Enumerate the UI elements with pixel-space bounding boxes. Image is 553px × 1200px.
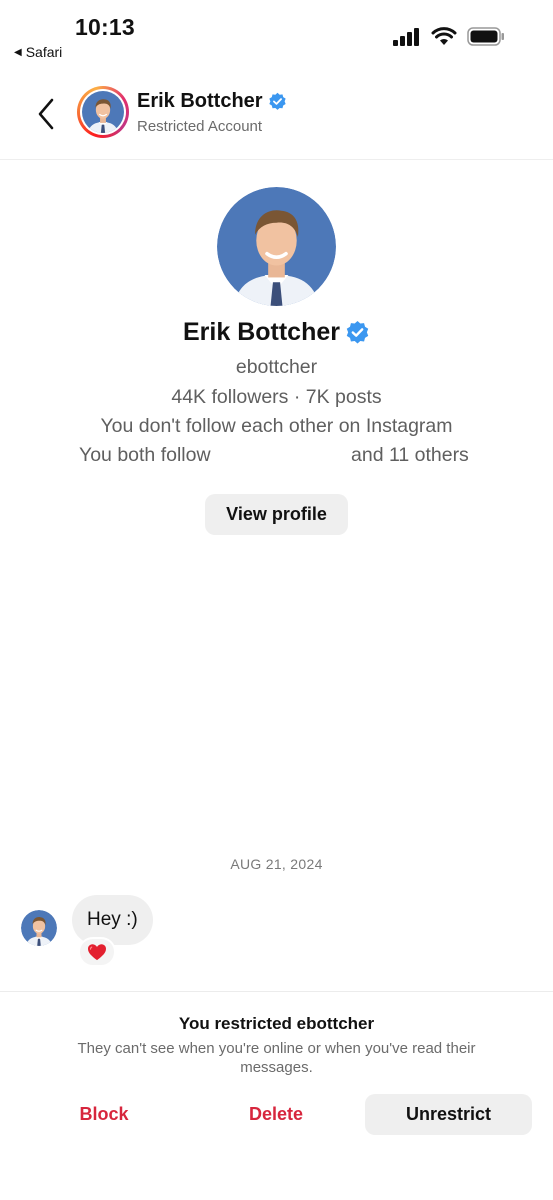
sender-avatar-image [21,910,57,946]
wifi-icon [431,27,457,45]
chat-header: Erik Bottcher Restricted Account [0,78,553,160]
message-text: Hey :) [87,909,138,930]
profile-username: ebottcher [235,356,318,378]
date-separator: AUG 21, 2024 [230,856,323,872]
mutual-suffix: and 11 others [351,444,469,466]
block-button[interactable]: Block [54,1094,154,1135]
view-profile-button[interactable]: View profile [205,494,348,535]
status-icons [393,27,505,46]
follow-status: You don't follow each other on Instagram [100,415,453,437]
avatar-image [82,91,124,133]
profile-avatar[interactable] [217,187,336,306]
battery-icon [467,27,504,46]
heart-icon [88,944,106,961]
verified-badge-icon [346,321,369,344]
message-bubble[interactable]: Hey :) [72,895,153,945]
restriction-description: They can't see when you're online or whe… [77,1040,476,1076]
message-sender-avatar[interactable] [21,910,57,946]
back-app-label: Safari [25,44,63,60]
restriction-panel: You restricted ebottcher They can't see … [0,991,553,1200]
back-arrow-icon[interactable] [32,96,62,132]
cellular-signal-icon [393,27,419,46]
header-avatar[interactable] [77,86,129,138]
verified-badge-icon [268,92,286,110]
unrestrict-button[interactable]: Unrestrict [365,1094,532,1135]
profile-name-text: Erik Bottcher [183,318,340,346]
profile-name: Erik Bottcher [0,318,553,347]
header-title[interactable]: Erik Bottcher [137,90,287,113]
header-name-text: Erik Bottcher [137,90,263,112]
header-subtitle: Restricted Account [137,118,263,135]
restriction-title: You restricted ebottcher [178,1014,375,1033]
delete-button[interactable]: Delete [226,1094,326,1135]
profile-stats: 44K followers · 7K posts [171,386,382,408]
message-reaction[interactable] [78,937,116,967]
profile-avatar-image [217,187,336,306]
back-to-app-link[interactable]: ◀ Safari [14,44,62,60]
back-triangle-icon: ◀ [14,46,22,58]
status-time: 10:13 [75,14,135,40]
mutual-prefix: You both follow [79,444,211,466]
